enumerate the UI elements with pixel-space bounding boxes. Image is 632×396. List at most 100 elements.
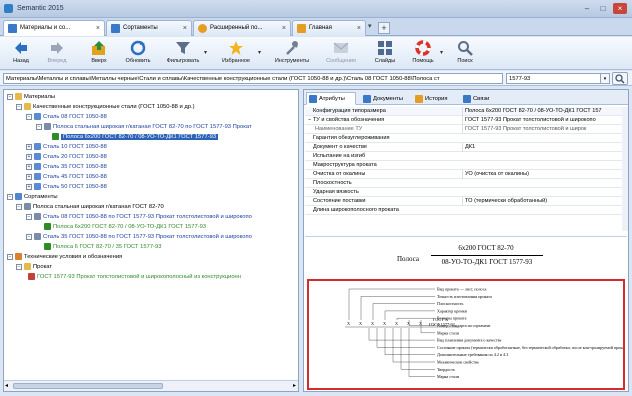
tab-label: Материалы и со... [20,25,71,31]
attribute-row[interactable]: Ударная вязкость [305,188,627,197]
tree-node[interactable]: ГОСТ 1577-93 Прокат толстолистовой и шир… [28,273,241,282]
attribute-row[interactable]: Испытание на изгиб [305,152,627,161]
maximize-icon[interactable]: □ [596,3,610,14]
close-tab-icon[interactable]: × [282,21,286,36]
collapse-icon[interactable]: − [16,203,22,210]
attribute-group-row[interactable]: − ТУ и свойства обозначения ГОСТ 1577-93 … [305,116,627,125]
help-dropdown-icon[interactable]: ▾ [440,49,443,56]
help-button[interactable]: Помощь [406,39,440,69]
item-icon [44,223,51,230]
messages-button[interactable]: Сообщения [318,39,364,69]
attribute-key: Ударная вязкость [313,189,359,195]
expand-icon[interactable]: + [26,153,32,160]
expand-icon[interactable]: + [26,183,32,190]
star-icon [229,41,243,55]
filter-dropdown-icon[interactable]: ▾ [204,49,207,56]
tree-node-selected[interactable]: Полоса 6х200 ГОСТ 82-70 / 08-УО-ТО-ДК1 Г… [52,133,219,142]
forward-button[interactable]: Вперед [40,39,74,69]
tree-node[interactable]: − Полоса стальная широкая г/катаная ГОСТ … [36,123,252,132]
close-tab-icon[interactable]: × [357,21,361,36]
close-tab-icon[interactable]: × [96,21,100,36]
tree-node[interactable]: − Сортаменты [7,193,58,202]
tree-node[interactable]: − Качественные конструкционные стали (ГОС… [16,103,195,112]
tree-node[interactable]: + Сталь 45 ГОСТ 1050-88 [26,173,107,182]
tab-home[interactable]: Главная × [292,20,366,36]
tab-attributes[interactable]: Атрибуты [306,92,356,105]
profile-icon [34,213,41,220]
tab-links[interactable]: Связи [460,92,496,105]
minimize-icon[interactable]: – [580,3,594,14]
tree-node[interactable]: Полоса 6 ГОСТ 82-70 / 35 ГОСТ 1577-93 [44,243,161,252]
close-icon[interactable]: × [613,3,627,14]
search-input[interactable]: 1577-93 [506,73,610,84]
tree-node[interactable]: − Материалы [7,93,55,102]
collapse-icon[interactable]: − [26,233,32,240]
tree-node[interactable]: − Технические условия и обозначения [7,253,122,262]
tree-node[interactable]: − Прокат [16,263,52,272]
close-tab-icon[interactable]: × [183,21,187,36]
expand-icon[interactable]: + [26,173,32,180]
tree-node[interactable]: + Сталь 20 ГОСТ 1050-88 [26,153,107,162]
collapse-icon[interactable]: − [7,93,13,100]
tree-node[interactable]: Полоса 6х200 ГОСТ 82-70 / 08-УО-ТО-ДК1 Г… [44,223,206,232]
tree-node[interactable]: − Сталь 08 ГОСТ 1050-88 [26,113,107,122]
collapse-icon[interactable]: − [7,193,13,200]
slides-button[interactable]: Слайды [368,39,402,69]
tree-node-label: Сталь 35 ГОСТ 1050-88 по ГОСТ 1577-93 Пр… [43,234,252,241]
up-button[interactable]: Вверх [84,39,114,69]
collapse-icon[interactable]: − [26,213,32,220]
horizontal-scrollbar[interactable]: ◂ ▸ [4,380,298,391]
tab-assortments[interactable]: Сортаменты × [106,20,192,36]
new-tab-button[interactable]: + [378,22,390,34]
material-icon [34,143,41,150]
breadcrumb-path[interactable]: Материалы\Металлы и сплавы\Металлы черны… [3,73,503,84]
attribute-row[interactable]: Очистка от окалины УО (очистка от окалины… [305,170,627,179]
attribute-row[interactable]: Состояние поставки ТО (термически обработ… [305,197,627,206]
scroll-left-icon[interactable]: ◂ [5,382,8,389]
tab-materials[interactable]: Материалы и со... × [3,20,105,36]
attribute-row[interactable]: Плоскостность [305,179,627,188]
collapse-icon[interactable]: − [16,103,22,110]
search-button[interactable]: Поиск [450,39,480,69]
expand-icon[interactable]: + [26,143,32,150]
attribute-row[interactable]: Длина широкополосного проката [305,206,627,215]
expand-icon[interactable]: + [26,163,32,170]
collapse-icon[interactable]: − [7,253,13,260]
collapse-icon[interactable]: − [16,263,22,270]
refresh-button[interactable]: Обновить [120,39,156,69]
attribute-row[interactable]: Макроструктура проката [305,161,627,170]
attribute-row[interactable]: Наименование ТУ ГОСТ 1577-93 Прокат толст… [305,125,627,134]
attribute-row[interactable]: Конфигурация типоразмера Полоса 6х200 ГОС… [305,107,627,116]
title-bar: Semantic 2015 – □ × [0,0,632,18]
tab-list-dropdown-icon[interactable]: ▾ [368,22,372,30]
filter-button[interactable]: Фильтровать [160,39,206,69]
scrollbar-thumb[interactable] [13,383,163,389]
scheme-letter: X [359,321,362,326]
tree-node-label: Сортаменты [24,194,58,201]
tree-node[interactable]: + Сталь 10 ГОСТ 1050-88 [26,143,107,152]
search-history-dropdown-icon[interactable]: ▾ [600,73,610,84]
scroll-right-icon[interactable]: ▸ [293,382,296,389]
tools-button[interactable]: Инструменты [268,39,316,69]
tab-history[interactable]: История [412,92,458,105]
search-go-button[interactable] [612,72,628,85]
designation-scheme-diagram: X X X X X X X ГОСТ A ГОСТ 1577-93 Вид проката — л… [307,279,625,390]
tree-node[interactable]: + Сталь 35 ГОСТ 1050-88 [26,163,107,172]
favorites-button[interactable]: Избранное [214,39,258,69]
tree-node[interactable]: − Полоса стальная широкая г/катаная ГОСТ … [16,203,164,212]
scheme-leader-line [384,328,435,355]
up-arrow-icon [92,41,105,55]
favorites-dropdown-icon[interactable]: ▾ [258,49,261,56]
collapse-icon[interactable]: − [36,123,42,130]
tree-node[interactable]: − Сталь 08 ГОСТ 1050-88 по ГОСТ 1577-93 П… [26,213,252,222]
tree-node[interactable]: + Сталь 50 ГОСТ 1050-88 [26,183,107,192]
attributes-scrollbar[interactable] [622,107,628,231]
tree-node[interactable]: − Сталь 35 ГОСТ 1050-88 по ГОСТ 1577-93 П… [26,233,252,242]
toolbar-label: Назад [13,58,29,64]
back-button[interactable]: Назад [4,39,38,69]
attribute-row[interactable]: Документ о качестве ДК1 [305,143,627,152]
collapse-icon[interactable]: − [26,113,32,120]
tab-extended-search[interactable]: Расширенный по... × [193,20,291,36]
attribute-row[interactable]: Гарантия обезуглероживания [305,134,627,143]
tab-documents[interactable]: Документы [360,92,410,105]
